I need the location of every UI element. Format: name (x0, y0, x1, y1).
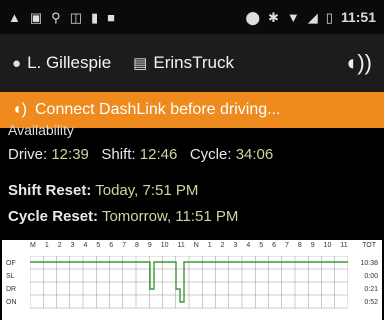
cycle-value: 34:06 (235, 146, 274, 163)
shift-reset-value: Today, 7:51 PM (95, 182, 199, 199)
truck-icon: ▤ (133, 55, 148, 72)
duty-status-graph (30, 256, 348, 309)
hour-label: 10 (323, 242, 332, 249)
cycle-reset-label: Cycle Reset: (8, 208, 99, 225)
person-icon: ● (12, 54, 22, 72)
drive-value: 12:39 (51, 146, 89, 163)
hour-label: 6 (109, 242, 114, 249)
row-label-on-duty: ON (6, 299, 17, 306)
nfc-icon: ◫ (69, 9, 82, 25)
hour-label: 10 (160, 242, 169, 249)
square-icon: ■ (107, 9, 116, 25)
hour-label: 7 (284, 242, 289, 249)
system-icons: ⬤ ✱ ▼ ◢ ▯ 11:51 (245, 9, 376, 25)
wifi-icon: ▼ (286, 9, 300, 25)
hour-label: 8 (134, 242, 139, 249)
hour-label: 4 (83, 242, 88, 249)
dashlink-icon[interactable]: ◖)) (344, 50, 372, 76)
truck-name: ErinsTruck (153, 53, 234, 72)
total-on-duty: 0:52 (364, 299, 378, 306)
status-labels: OF SL DR ON (6, 260, 17, 306)
truck-selector[interactable]: ▤ ErinsTruck (133, 53, 234, 73)
battery-icon: ▯ (325, 9, 333, 25)
row-label-driving: DR (6, 286, 17, 293)
hour-label: 1 (207, 242, 212, 249)
hour-label: 7 (122, 242, 126, 249)
grid-lines (30, 256, 348, 309)
hour-label: 9 (310, 242, 315, 249)
hour-labels: M 1 2 3 4 5 6 7 8 9 10 11 N 1 2 3 4 5 6 … (30, 242, 348, 254)
total-header: TOT (362, 242, 376, 249)
banner-text: Connect DashLink before driving... (35, 101, 281, 118)
shift-reset-row: Shift Reset: Today, 7:51 PM (8, 182, 198, 199)
log-grid[interactable]: M 1 2 3 4 5 6 7 8 9 10 11 N 1 2 3 4 5 6 … (2, 240, 382, 320)
drive-label: Drive: (8, 146, 48, 163)
hours-row: Drive: 12:39 Shift: 12:46 Cycle: 34:06 (8, 146, 273, 163)
cycle-reset-row: Cycle Reset: Tomorrow, 11:51 PM (8, 208, 238, 225)
clock: 11:51 (340, 9, 376, 25)
dashlink-icon: ◖) (12, 101, 27, 118)
hour-label: 5 (96, 242, 101, 249)
hour-label: 9 (147, 242, 152, 249)
usb-icon: ⚲ (51, 9, 61, 25)
bluetooth-icon: ✱ (268, 9, 279, 25)
hour-label: 6 (272, 242, 277, 249)
driver-selector[interactable]: ● L. Gillespie (12, 53, 111, 73)
hour-label: 3 (70, 242, 75, 249)
shift-label: Shift: (101, 146, 136, 163)
hour-label: 11 (177, 242, 185, 249)
total-off: 10:38 (360, 260, 378, 267)
hour-label: 4 (246, 242, 251, 249)
hour-label: 11 (340, 242, 348, 249)
row-label-sleeper: SL (6, 273, 15, 280)
total-driving: 0:21 (364, 286, 378, 293)
status-totals: 10:38 0:00 0:21 0:52 (360, 260, 378, 306)
hour-label: 8 (297, 242, 302, 249)
total-sleeper: 0:00 (364, 273, 378, 280)
hour-label: M (30, 242, 36, 249)
app-header: ● L. Gillespie ▤ ErinsTruck ◖)) (0, 34, 384, 92)
hour-label: 1 (44, 242, 49, 249)
battery-saver-icon: ▮ (91, 9, 99, 25)
status-bar: ▲ ▣ ⚲ ◫ ▮ ■ ⬤ ✱ ▼ ◢ ▯ 11:51 (0, 0, 384, 34)
warning-icon: ▲ (8, 9, 21, 25)
hour-label: N (193, 242, 199, 249)
shift-reset-label: Shift Reset: (8, 182, 92, 199)
location-icon: ⬤ (245, 9, 261, 25)
hour-label: 3 (233, 242, 238, 249)
notification-icons: ▲ ▣ ⚲ ◫ ▮ ■ (8, 11, 115, 24)
cycle-label: Cycle: (189, 146, 232, 163)
shift-value: 12:46 (139, 146, 178, 163)
image-icon: ▣ (29, 9, 43, 25)
availability-heading: Availability (8, 122, 74, 138)
cycle-reset-value: Tomorrow, 11:51 PM (101, 208, 239, 225)
driver-name: L. Gillespie (27, 53, 112, 72)
signal-icon: ◢ (307, 9, 318, 25)
hour-label: 2 (57, 242, 62, 249)
hour-label: 2 (220, 242, 225, 249)
row-label-off: OF (6, 260, 16, 267)
hour-label: 5 (259, 242, 264, 249)
